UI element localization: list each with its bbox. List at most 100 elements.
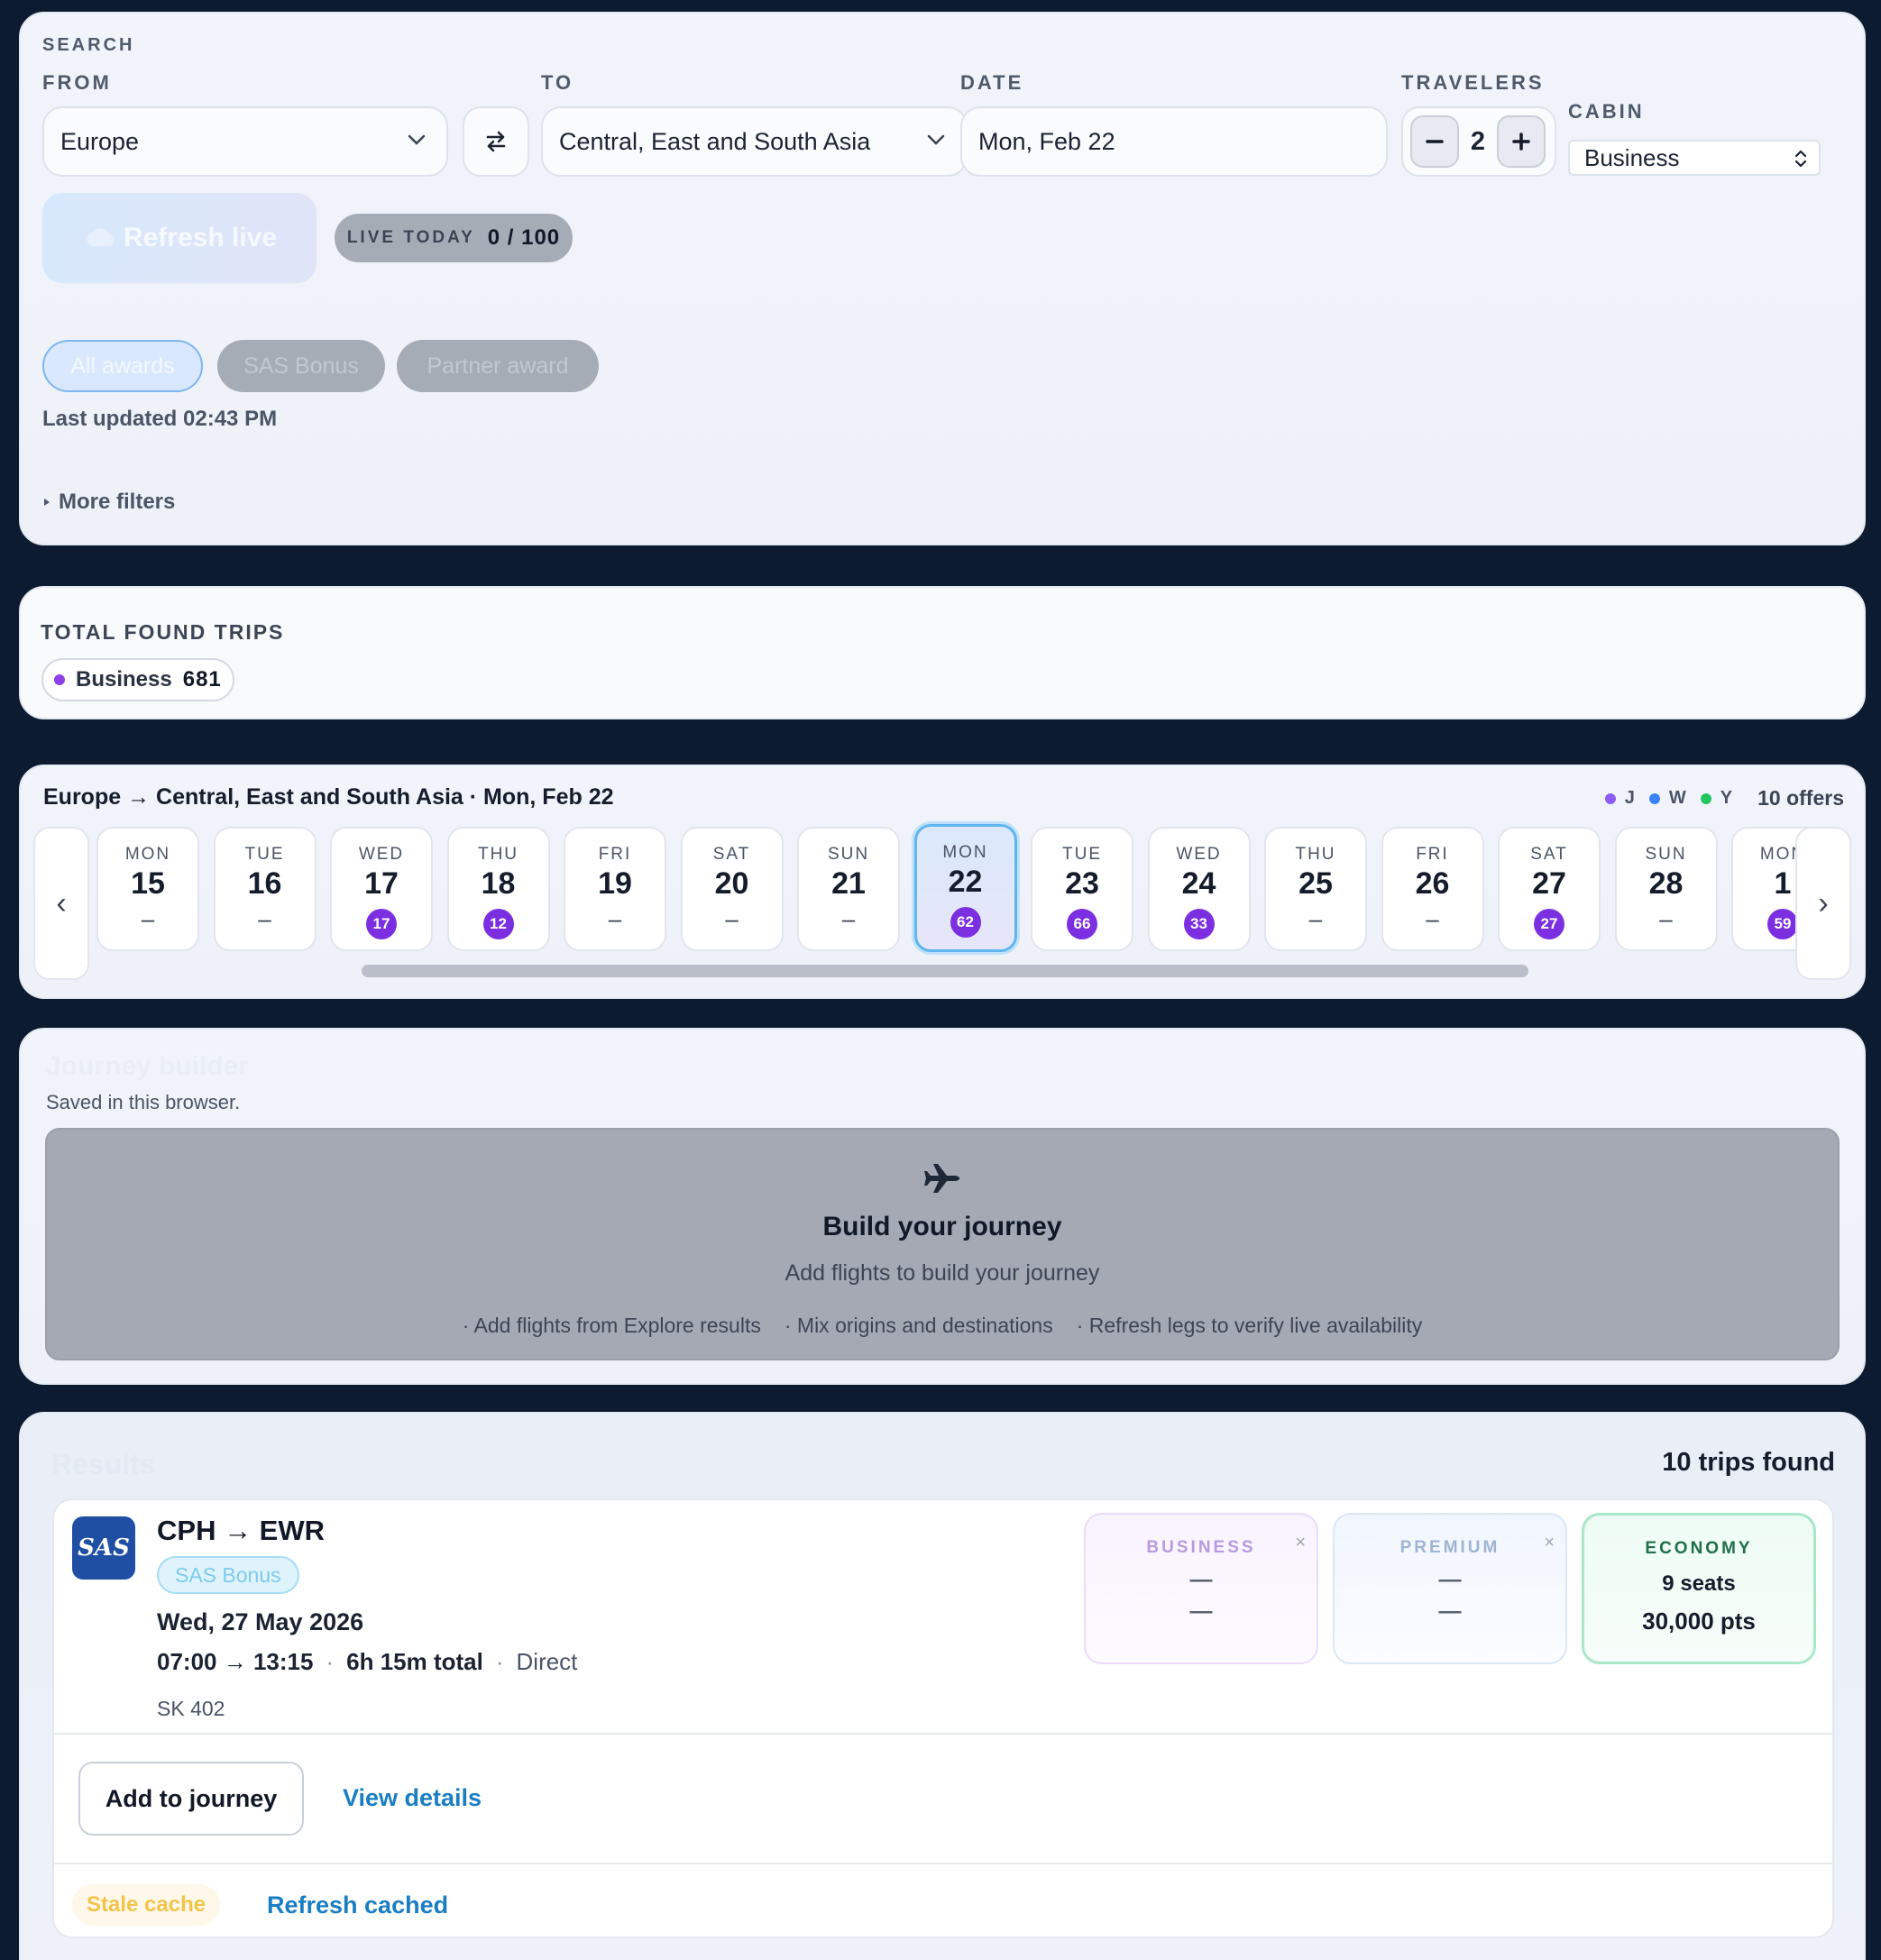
more-filters-toggle[interactable]: More filters xyxy=(42,490,175,515)
cabin-business-tile[interactable]: BUSINESS × — — xyxy=(1084,1513,1318,1664)
calendar-day-22[interactable]: MON 22 62 xyxy=(913,824,1017,952)
search-panel: SEARCH FROM Europe TO Central, East and … xyxy=(19,12,1866,545)
calendar-day-25[interactable]: THU 25 – xyxy=(1264,827,1367,951)
calendar-next-button[interactable]: › xyxy=(1795,827,1851,980)
calendar-prev-button[interactable]: ‹ xyxy=(33,827,89,980)
no-offers-dash: – xyxy=(258,905,271,932)
day-of-week: TUE xyxy=(244,845,285,864)
journey-empty-title: Build your journey xyxy=(822,1212,1062,1241)
date-label: DATE xyxy=(960,71,1024,94)
date-input[interactable]: Mon, Feb 22 xyxy=(960,106,1388,177)
day-number: 24 xyxy=(1181,866,1216,901)
journey-subtitle: Saved in this browser. xyxy=(46,1091,241,1113)
calendar-day-20[interactable]: SAT 20 – xyxy=(680,827,784,951)
journey-tip: · Mix origins and destinations xyxy=(784,1314,1053,1337)
from-label: FROM xyxy=(42,71,112,94)
view-details-link[interactable]: View details xyxy=(343,1784,482,1812)
business-dot-icon xyxy=(54,674,65,685)
chevron-down-icon xyxy=(408,134,426,145)
calendar-day-19[interactable]: FRI 19 – xyxy=(564,827,666,951)
day-of-week: TUE xyxy=(1062,845,1102,864)
calendar-scrollbar[interactable] xyxy=(362,965,1528,977)
day-offer-count-badge: 33 xyxy=(1183,909,1215,939)
travelers-count: 2 xyxy=(1470,126,1486,156)
day-number: 22 xyxy=(948,865,983,899)
filter-sas-bonus[interactable]: SAS Bonus xyxy=(217,340,385,392)
day-number: 17 xyxy=(364,866,399,901)
calendar-day-27[interactable]: SAT 27 27 xyxy=(1498,827,1601,951)
journey-tip: · Add flights from Explore results xyxy=(462,1314,761,1337)
calendar-day-21[interactable]: SUN 21 – xyxy=(797,827,900,951)
separator-dot: · xyxy=(326,1648,335,1675)
flight-stops: Direct xyxy=(516,1648,578,1675)
totals-title: TOTAL FOUND TRIPS xyxy=(41,620,285,644)
decrement-button[interactable] xyxy=(1410,115,1459,168)
cloud-icon xyxy=(87,228,114,246)
day-offer-count-badge: 62 xyxy=(950,907,981,938)
filter-partner-award[interactable]: Partner award xyxy=(397,340,599,392)
badge-label: Business xyxy=(76,667,172,691)
result-card: SAS CPH → EWR SAS Bonus Wed, 27 May 2026… xyxy=(52,1498,1834,1938)
from-select[interactable]: Europe xyxy=(42,106,448,177)
minus-icon xyxy=(1426,140,1444,143)
calendar-day-17[interactable]: WED 17 17 xyxy=(330,827,433,951)
day-of-week: SAT xyxy=(1530,845,1568,864)
cabin-line: — xyxy=(1438,1567,1462,1592)
calendar-day-15[interactable]: MON 15 – xyxy=(96,827,199,951)
swap-button[interactable] xyxy=(463,106,529,177)
day-number: 28 xyxy=(1648,866,1684,901)
calendar-day-26[interactable]: FRI 26 – xyxy=(1381,827,1484,951)
flight-date: Wed, 27 May 2026 xyxy=(157,1608,364,1635)
day-of-week: THU xyxy=(477,845,519,864)
calendar-day-24[interactable]: WED 24 33 xyxy=(1147,827,1251,951)
totals-panel: TOTAL FOUND TRIPS Business 681 xyxy=(19,586,1866,719)
live-today-label: LIVE TODAY xyxy=(346,228,475,247)
day-of-week: FRI xyxy=(598,845,632,864)
flight-times: 07:00 → 13:15 xyxy=(157,1648,314,1675)
day-number: 21 xyxy=(831,866,866,901)
increment-button[interactable] xyxy=(1497,115,1546,168)
more-filters-label: More filters xyxy=(59,490,176,514)
day-of-week: SUN xyxy=(827,845,870,864)
calendar-day-18[interactable]: THU 18 12 xyxy=(446,827,550,951)
calendar-route: Europe → Central, East and South Asia · … xyxy=(43,784,614,810)
day-number: 25 xyxy=(1298,866,1333,901)
flight-schedule: 07:00 → 13:15 · 6h 15m total · Direct xyxy=(157,1648,577,1676)
calendar-day-16[interactable]: TUE 16 – xyxy=(213,827,317,951)
stale-cache-badge: Stale cache xyxy=(72,1884,221,1926)
day-offer-count-badge: 66 xyxy=(1067,909,1097,939)
live-today-counter: LIVE TODAY 0 / 100 xyxy=(335,214,573,262)
journey-empty-subtitle: Add flights to build your journey xyxy=(785,1260,1100,1286)
day-of-week: SUN xyxy=(1645,845,1687,864)
day-number: 15 xyxy=(131,866,165,901)
cabin-name: BUSINESS xyxy=(1146,1538,1256,1557)
business-total-badge[interactable]: Business 681 xyxy=(41,658,234,701)
to-label: TO xyxy=(541,71,574,94)
journey-empty-state: Build your journey Add flights to build … xyxy=(45,1128,1840,1360)
day-number: 20 xyxy=(714,866,749,901)
cabin-value: Business xyxy=(1584,143,1680,171)
legend-y: Y xyxy=(1720,788,1733,808)
badge-count: 681 xyxy=(182,667,222,691)
journey-title: Journey builder xyxy=(46,1051,250,1081)
legend-y-dot-icon xyxy=(1700,792,1711,804)
cabin-premium-tile[interactable]: PREMIUM × — — xyxy=(1333,1513,1567,1664)
cabin-economy-tile[interactable]: ECONOMY 9 seats 30,000 pts xyxy=(1582,1513,1816,1664)
calendar-day-28[interactable]: SUN 28 – xyxy=(1614,827,1718,951)
add-to-journey-button[interactable]: Add to journey xyxy=(78,1762,304,1836)
to-select[interactable]: Central, East and South Asia xyxy=(541,106,968,177)
cabin-name: PREMIUM xyxy=(1399,1538,1500,1557)
filter-all-awards[interactable]: All awards xyxy=(42,340,203,392)
refresh-live-label: Refresh live xyxy=(123,223,278,252)
cabin-select[interactable]: Business xyxy=(1568,140,1821,176)
day-number: 18 xyxy=(481,866,516,901)
day-of-week: WED xyxy=(1176,845,1222,864)
refresh-cached-link[interactable]: Refresh cached xyxy=(267,1891,448,1919)
day-offer-count-badge: 17 xyxy=(366,909,397,939)
calendar-day-23[interactable]: TUE 23 66 xyxy=(1031,827,1133,951)
day-of-week: MON xyxy=(124,845,171,864)
refresh-live-button[interactable]: Refresh live xyxy=(42,193,317,283)
results-count: 10 trips found xyxy=(1662,1448,1835,1477)
no-offers-dash: – xyxy=(608,905,622,932)
cabin-label: CABIN xyxy=(1568,100,1645,123)
